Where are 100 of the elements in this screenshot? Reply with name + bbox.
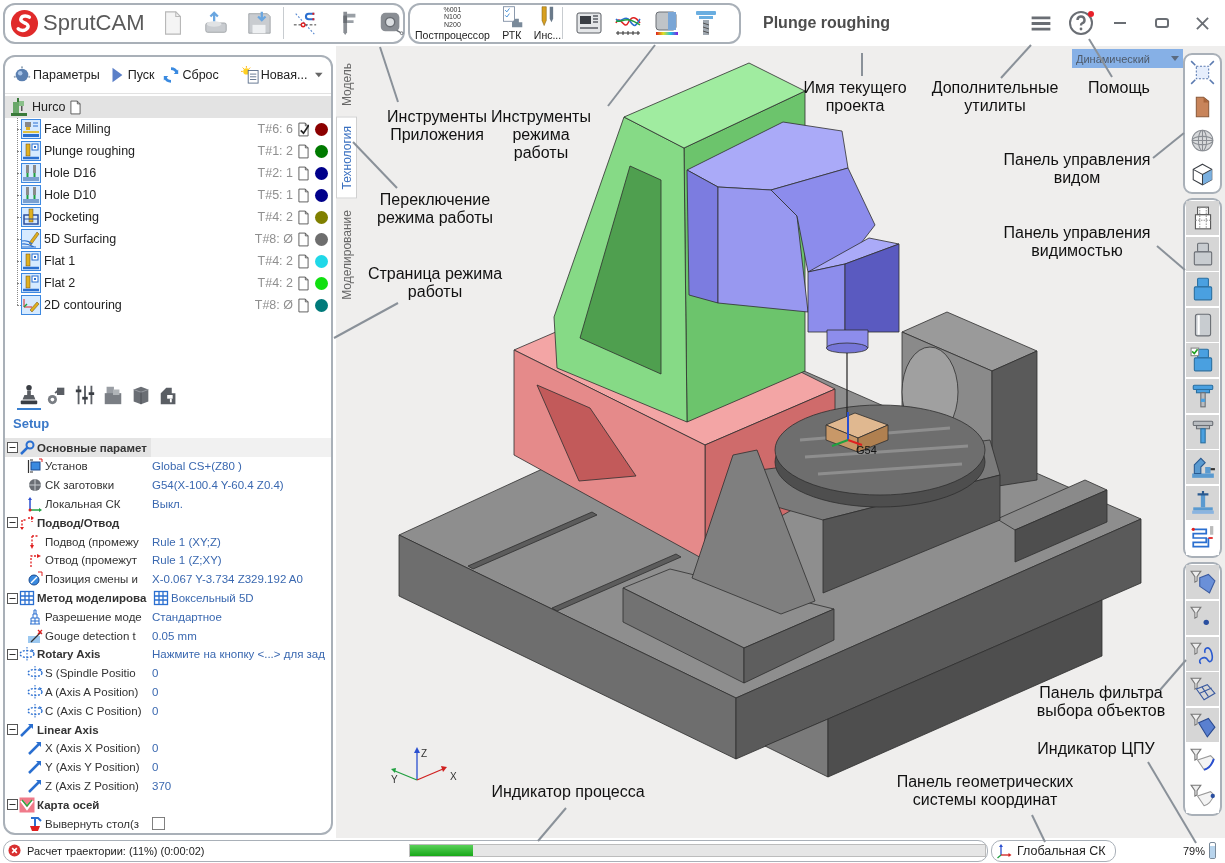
filter-toggle[interactable] — [1186, 707, 1219, 742]
tree-item[interactable]: Face Milling T#6: 6 — [5, 118, 331, 140]
property-value[interactable]: Global CS+(Z80 ) — [152, 460, 242, 473]
property-value[interactable]: 0 — [152, 742, 159, 755]
property-value[interactable]: Воксельный 5D — [171, 592, 254, 605]
tools-button[interactable]: Инс... — [530, 5, 565, 41]
collapse-icon[interactable] — [7, 592, 18, 604]
property-value[interactable]: 0 — [152, 761, 159, 774]
filter-edge-icon — [1189, 747, 1216, 774]
callout-label: Инструменты Приложения — [387, 108, 487, 144]
visibility-toggle[interactable] — [1186, 414, 1219, 449]
collapse-icon[interactable] — [7, 724, 18, 736]
reset-button[interactable]: Сброс — [162, 66, 219, 84]
mode-tab[interactable]: Модель — [336, 55, 357, 115]
flip-table-icon — [27, 815, 43, 832]
property-group-row[interactable]: Rotary Axis Нажмите на кнопку <...> для зад — [5, 645, 331, 664]
mode-tab[interactable]: Технология — [336, 117, 357, 199]
property-value[interactable]: 0 — [152, 667, 159, 680]
visibility-toggle[interactable] — [1186, 201, 1219, 235]
operation-label: 2D contouring — [44, 298, 122, 312]
collapse-icon[interactable] — [7, 517, 18, 529]
visibility-toggle[interactable] — [1186, 272, 1219, 307]
property-name: Подвод (промежу — [45, 535, 139, 548]
tree-item[interactable]: Plunge roughing T#1: 2 — [5, 140, 331, 162]
property-value[interactable]: 370 — [152, 780, 172, 792]
tree-item[interactable]: 2D contouring T#8: Ø — [5, 294, 331, 316]
machine-icon — [9, 97, 29, 117]
page-title: Setup — [12, 415, 51, 434]
property-value[interactable]: G54(X-100.4 Y-60.4 Z0.4) — [152, 479, 284, 492]
property-name: Y (Axis Y Position) — [45, 761, 140, 774]
property-tab[interactable] — [17, 382, 41, 411]
tree-item[interactable]: Hole D16 T#2: 1 — [5, 162, 331, 184]
visibility-toggle[interactable] — [1186, 485, 1219, 520]
filter-solid-icon — [1189, 569, 1216, 596]
checkbox[interactable] — [152, 817, 165, 831]
property-value[interactable]: 0 — [152, 686, 159, 698]
filter-toggle[interactable] — [1186, 565, 1219, 600]
leader-line — [333, 302, 399, 339]
property-value[interactable]: Стандартное — [152, 610, 222, 623]
operation-label: Flat 1 — [44, 254, 76, 268]
run-button[interactable]: Пуск — [107, 66, 155, 84]
wrench-icon — [19, 439, 35, 456]
cnc-panel-icon[interactable] — [575, 9, 604, 37]
property-value[interactable]: 0 — [152, 704, 159, 717]
refresh-icon — [162, 66, 181, 84]
property-group-row[interactable]: Linear Axis — [5, 720, 331, 739]
new-operation-button[interactable]: Новая... — [240, 66, 308, 84]
property-value[interactable]: Нажмите на кнопку <...> для зад — [152, 648, 325, 661]
collapse-icon[interactable] — [7, 648, 18, 660]
filter-toggle[interactable] — [1186, 600, 1219, 635]
property-value[interactable]: X-0.067 Y-3.734 Z329.192 A0 — [152, 573, 303, 586]
tool-number: T#4: 2 — [257, 210, 293, 224]
property-name: X (Axis X Position) — [45, 742, 141, 755]
leader-line — [1000, 44, 1032, 79]
dropdown-caret-icon[interactable] — [315, 72, 323, 78]
axis-triad-icon — [391, 747, 447, 781]
filter-toggle[interactable] — [1186, 636, 1219, 671]
property-group-row[interactable]: Основные парамет — [5, 438, 331, 458]
filter-toggle[interactable] — [1186, 672, 1219, 707]
property-value[interactable]: Rule 1 (XY;Z) — [152, 535, 221, 548]
tool-number: T#4: 2 — [257, 276, 293, 290]
property-value[interactable]: Rule 1 (Z;XY) — [152, 554, 222, 567]
save-icon[interactable] — [246, 9, 273, 37]
visibility-toggle[interactable] — [1186, 450, 1219, 485]
visibility-toggle[interactable] — [1186, 343, 1219, 378]
coordinate-system-label: Глобальная СК — [1017, 843, 1106, 858]
tree-item[interactable]: Hurco — [5, 96, 331, 118]
tree-item[interactable]: Pocketing T#4: 2 — [5, 206, 331, 228]
axis-label: Z — [421, 748, 428, 759]
close-icon[interactable] — [1196, 16, 1209, 30]
tool-number: T#5: 1 — [257, 188, 293, 202]
tree-item[interactable]: 5D Surfacing T#8: Ø — [5, 228, 331, 250]
visibility-toggle[interactable] — [1186, 307, 1219, 342]
minimize-icon[interactable] — [1113, 21, 1127, 25]
callout-label: Индикатор ЦПУ — [1037, 740, 1155, 758]
tree-item[interactable]: Flat 1 T#4: 2 — [5, 250, 331, 272]
callout-label: Панель геометрических системы координат — [896, 773, 1074, 809]
property-value[interactable]: Выкл. — [152, 498, 183, 511]
robot-cell-button[interactable]: РТК — [496, 5, 527, 41]
collapse-icon[interactable] — [7, 799, 18, 811]
parameters-button[interactable]: Параметры — [13, 66, 100, 84]
collapse-icon[interactable] — [7, 442, 18, 454]
coordinate-system-panel[interactable]: Глобальная СК — [991, 839, 1116, 862]
property-group-name: Подвод/Отвод — [37, 516, 120, 529]
maximize-icon[interactable] — [1155, 18, 1169, 28]
menu-icon[interactable] — [1031, 15, 1051, 31]
property-group-name: Rotary Axis — [37, 648, 101, 661]
property-group-row[interactable]: Подвод/Отвод — [5, 513, 331, 533]
visibility-toggle[interactable] — [1186, 378, 1219, 413]
operation-label: Flat 2 — [44, 276, 76, 290]
property-group-row[interactable]: Карта осей — [5, 795, 331, 815]
leader-line — [1031, 814, 1046, 843]
help-icon[interactable] — [1069, 11, 1093, 35]
property-value[interactable]: 0.05 mm — [152, 629, 197, 642]
visibility-toggle[interactable] — [1186, 236, 1219, 271]
property-group-row[interactable]: Метод моделирова Воксельный 5D — [5, 588, 331, 608]
tree-item[interactable]: Flat 2 T#4: 2 — [5, 272, 331, 294]
dashed-arrows-icon — [19, 514, 35, 531]
tree-item[interactable]: Hole D10 T#5: 1 — [5, 184, 331, 206]
mode-tab[interactable]: Моделирование — [336, 201, 357, 308]
